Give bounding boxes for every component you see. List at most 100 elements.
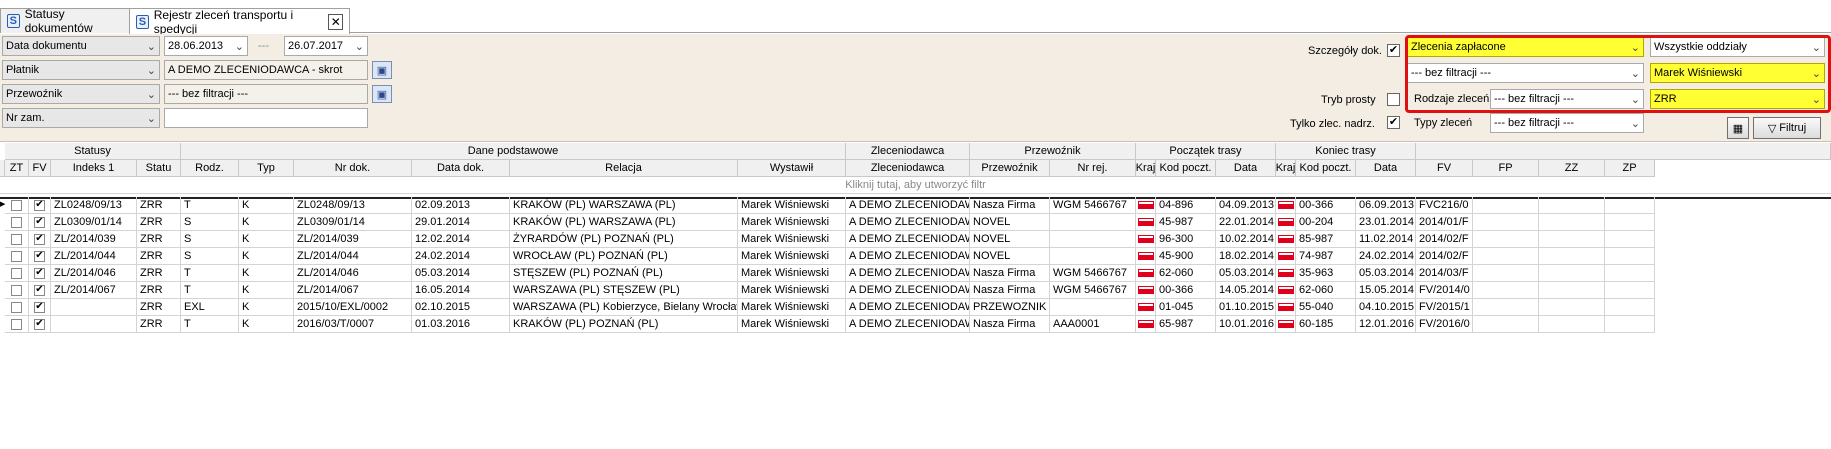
column-header[interactable]: Kod poczt.: [1296, 160, 1356, 177]
zt-checkbox-cell[interactable]: [5, 316, 29, 333]
table-cell: 11.02.2014: [1356, 231, 1416, 248]
date-from-picker[interactable]: 28.06.2013 ⌄: [164, 36, 248, 56]
column-header[interactable]: Data dok.: [412, 160, 510, 177]
fv-checkbox-cell[interactable]: ✔: [29, 248, 51, 265]
row-checkbox[interactable]: [11, 301, 22, 313]
address-book-icon[interactable]: ▣: [372, 61, 392, 79]
column-header[interactable]: Data: [1216, 160, 1276, 177]
column-header[interactable]: FV: [29, 160, 51, 177]
column-header[interactable]: Przewoźnik: [970, 160, 1050, 177]
column-header[interactable]: Nr rej.: [1050, 160, 1136, 177]
column-header[interactable]: Nr dok.: [294, 160, 412, 177]
row-checkbox[interactable]: [11, 267, 22, 279]
zt-checkbox-cell[interactable]: [5, 299, 29, 316]
only-parent-label: Tylko zlec. nadrz.: [1290, 118, 1375, 130]
row-checkbox[interactable]: ✔: [34, 199, 45, 211]
details-checkbox[interactable]: ✔: [1387, 44, 1400, 57]
only-parent-checkbox[interactable]: ✔: [1387, 116, 1400, 129]
order-status-select[interactable]: Zlecenia zapłacone ⌄: [1407, 37, 1644, 57]
zt-checkbox-cell[interactable]: [5, 265, 29, 282]
column-header[interactable]: ZP: [1605, 160, 1655, 177]
column-header[interactable]: Statu: [137, 160, 181, 177]
fv-checkbox-cell[interactable]: ✔: [29, 282, 51, 299]
table-cell: ZRR: [137, 214, 181, 231]
row-checkbox[interactable]: ✔: [34, 267, 45, 279]
table-cell: [1539, 265, 1605, 282]
table-cell: K: [239, 231, 294, 248]
fv-checkbox-cell[interactable]: ✔: [29, 299, 51, 316]
row-checkbox[interactable]: [11, 216, 22, 228]
zt-checkbox-cell[interactable]: [5, 214, 29, 231]
branch-select[interactable]: Wszystkie oddziały ⌄: [1650, 37, 1825, 57]
zt-checkbox-cell[interactable]: [5, 248, 29, 265]
column-header[interactable]: Wystawił: [738, 160, 846, 177]
table-cell: Nasza Firma: [970, 282, 1050, 299]
column-header[interactable]: Zleceniodawca: [846, 160, 970, 177]
zt-checkbox-cell[interactable]: [5, 282, 29, 299]
row-checkbox[interactable]: ✔: [34, 284, 45, 296]
table-cell: [1605, 248, 1655, 265]
table-cell: [1605, 231, 1655, 248]
table-cell: ZL0309/01/14: [294, 214, 412, 231]
column-header[interactable]: Indeks 1: [51, 160, 137, 177]
row-checkbox[interactable]: ✔: [34, 250, 45, 262]
group-header: Początek trasy: [1136, 143, 1276, 160]
payer-field-select[interactable]: Płatnik ⌄: [2, 60, 160, 80]
table-cell: [1539, 197, 1605, 214]
table-cell: [1050, 248, 1136, 265]
fv-checkbox-cell[interactable]: ✔: [29, 265, 51, 282]
fv-checkbox-cell[interactable]: ✔: [29, 197, 51, 214]
fv-checkbox-cell[interactable]: ✔: [29, 316, 51, 333]
table-cell: FVC216/0: [1416, 197, 1473, 214]
column-header[interactable]: Typ: [239, 160, 294, 177]
column-header[interactable]: Kraj: [1276, 160, 1296, 177]
column-header[interactable]: Rodz.: [181, 160, 239, 177]
secondary-filter-select[interactable]: --- bez filtracji --- ⌄: [1407, 63, 1644, 83]
filter-row[interactable]: Kliknij tutaj, aby utworzyć filtr: [0, 177, 1831, 194]
row-checkbox[interactable]: [11, 284, 22, 296]
address-book-icon[interactable]: ▣: [372, 85, 392, 103]
table-cell: 24.02.2014: [1356, 248, 1416, 265]
country-cell: [1136, 282, 1156, 299]
column-header[interactable]: ZZ: [1539, 160, 1605, 177]
table-cell: A DEMO ZLECENIODAWCA -: [846, 248, 970, 265]
column-header[interactable]: Relacja: [510, 160, 738, 177]
row-checkbox[interactable]: ✔: [34, 233, 45, 245]
order-types-select[interactable]: --- bez filtracji --- ⌄: [1490, 113, 1644, 133]
table-cell: 16.05.2014: [412, 282, 510, 299]
order-kind-value-select[interactable]: ZRR ⌄: [1650, 89, 1825, 109]
column-header[interactable]: ZT: [5, 160, 29, 177]
tab-document-statuses[interactable]: S Statusy dokumentów: [0, 7, 130, 35]
row-checkbox[interactable]: [11, 233, 22, 245]
row-checkbox[interactable]: ✔: [34, 318, 45, 330]
column-header[interactable]: FP: [1473, 160, 1539, 177]
row-checkbox[interactable]: ✔: [34, 301, 45, 313]
carrier-field-select[interactable]: Przewoźnik ⌄: [2, 84, 160, 104]
simple-mode-checkbox[interactable]: [1387, 93, 1400, 106]
column-header[interactable]: Kraj: [1136, 160, 1156, 177]
column-header[interactable]: Kod poczt.: [1156, 160, 1216, 177]
fv-checkbox-cell[interactable]: ✔: [29, 214, 51, 231]
zt-checkbox-cell[interactable]: [5, 197, 29, 214]
row-checkbox[interactable]: [11, 199, 22, 211]
row-checkbox[interactable]: [11, 318, 22, 330]
group-header: Przewoźnik: [970, 143, 1136, 160]
table-cell: 2014/02/F: [1416, 231, 1473, 248]
user-select[interactable]: Marek Wiśniewski ⌄: [1650, 63, 1825, 83]
filter-button[interactable]: ▽ Filtruj: [1753, 117, 1821, 139]
order-number-input[interactable]: [164, 108, 368, 128]
date-field-select[interactable]: Data dokumentu ⌄: [2, 36, 160, 56]
close-tab-icon[interactable]: ✕: [328, 13, 343, 30]
payer-value: A DEMO ZLECENIODAWCA - skrot: [164, 60, 368, 80]
order-number-field-select[interactable]: Nr zam. ⌄: [2, 108, 160, 128]
column-header[interactable]: Data: [1356, 160, 1416, 177]
date-to-picker[interactable]: 26.07.2017 ⌄: [284, 36, 368, 56]
grid-settings-icon[interactable]: ▦: [1727, 117, 1749, 139]
tab-transport-orders-register[interactable]: S Rejestr zleceń transportu i spedycji ✕: [129, 8, 350, 36]
order-kinds-select[interactable]: --- bez filtracji --- ⌄: [1490, 89, 1644, 109]
fv-checkbox-cell[interactable]: ✔: [29, 231, 51, 248]
row-checkbox[interactable]: [11, 250, 22, 262]
column-header[interactable]: FV: [1416, 160, 1473, 177]
row-checkbox[interactable]: ✔: [34, 216, 45, 228]
zt-checkbox-cell[interactable]: [5, 231, 29, 248]
